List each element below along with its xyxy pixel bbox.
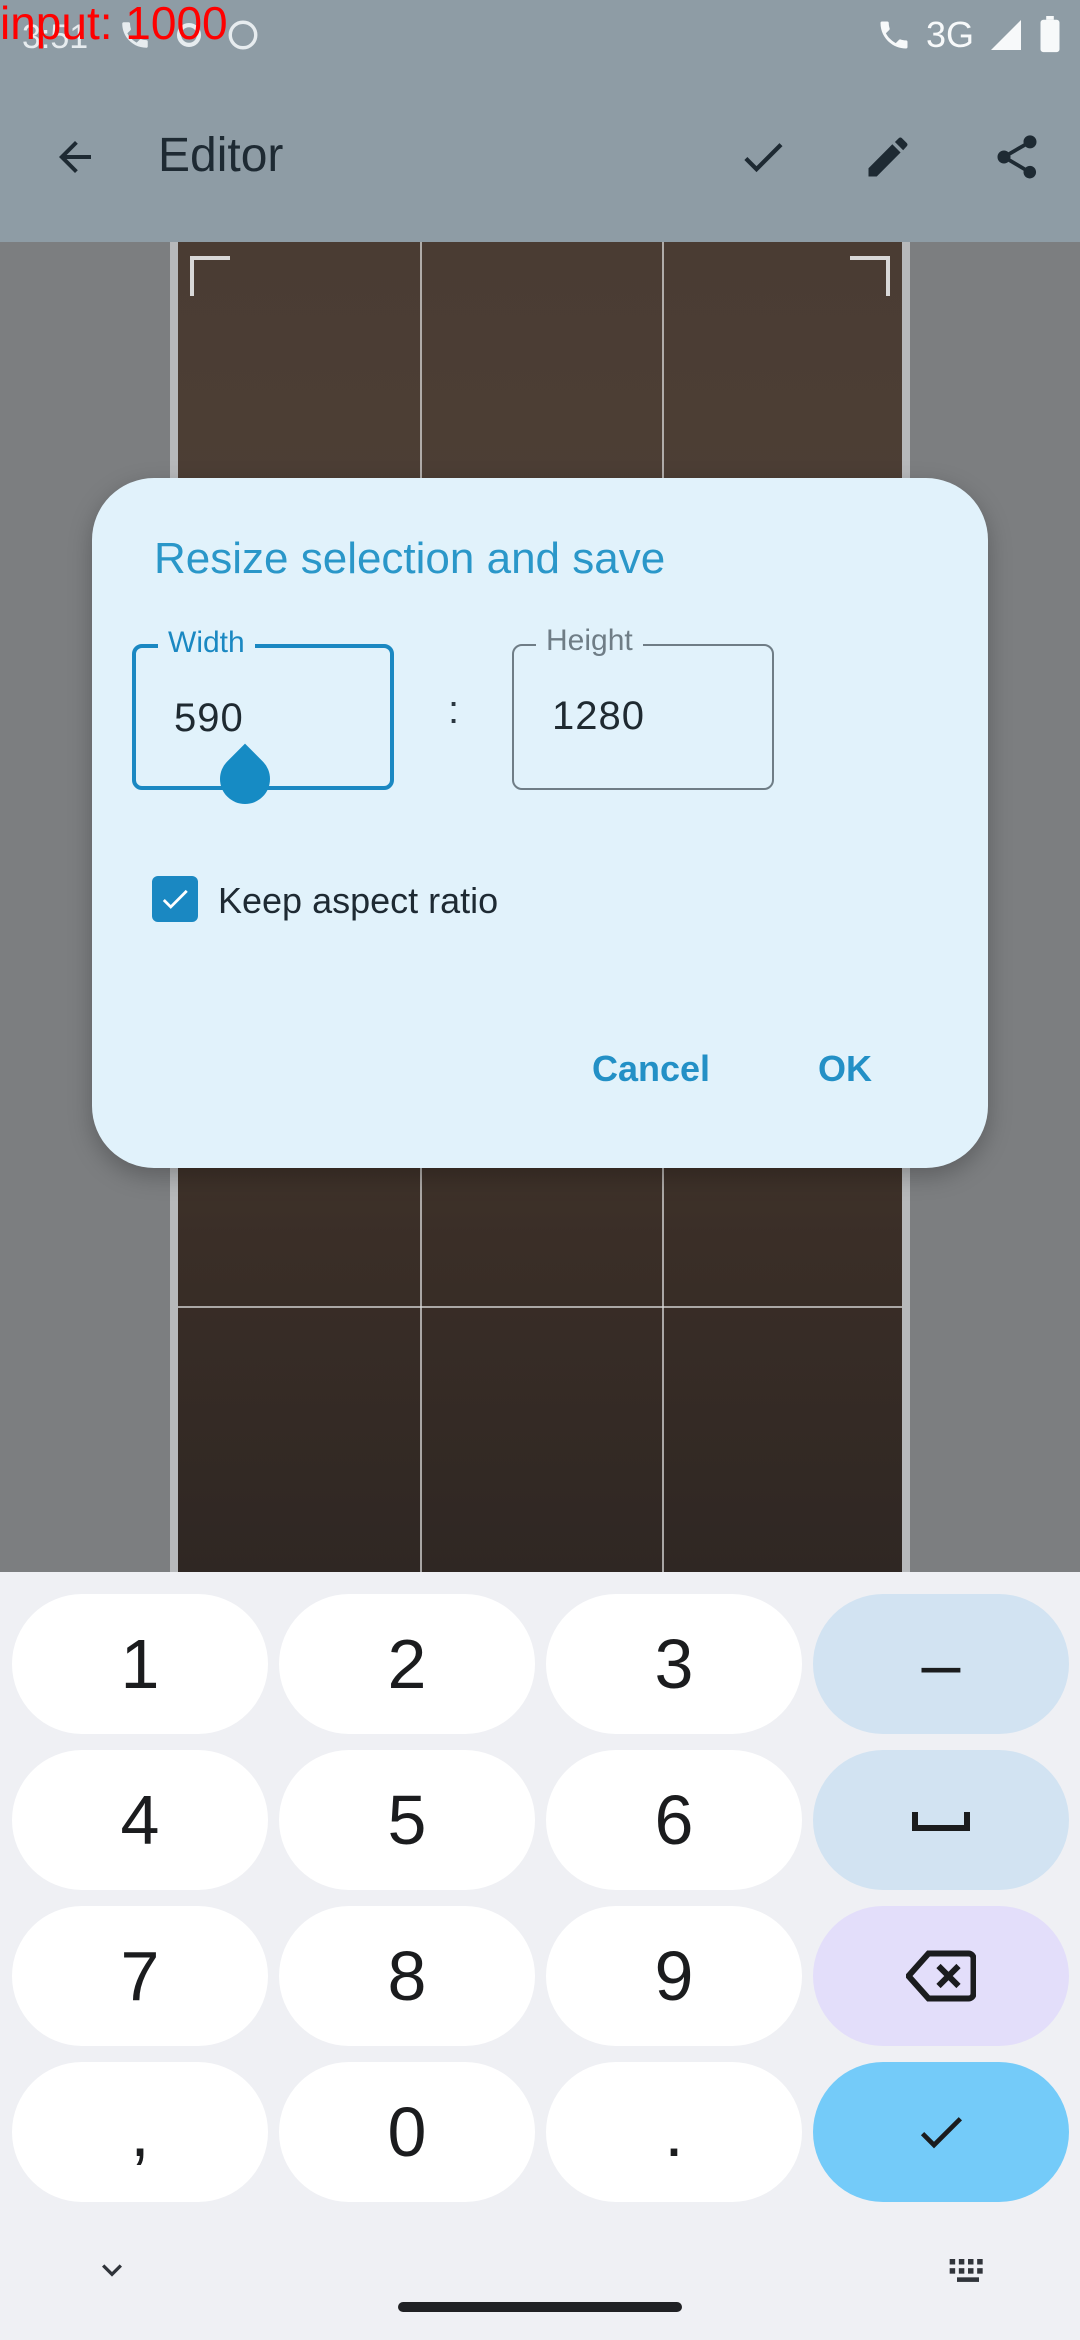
crop-grid-line	[178, 1306, 902, 1308]
key-6[interactable]: 6	[546, 1750, 802, 1890]
signal-icon	[991, 20, 1021, 50]
ratio-separator: :	[448, 688, 460, 732]
key-3[interactable]: 3	[546, 1594, 802, 1734]
dialog-title: Resize selection and save	[154, 534, 666, 583]
numeric-keyboard: 1 2 3 – 4 5 6 7 8 9 , 0 .	[0, 1572, 1080, 2340]
share-icon	[997, 135, 1037, 179]
height-field[interactable]: Height 1280	[512, 624, 774, 790]
key-period[interactable]: .	[546, 2062, 802, 2202]
crop-corner-handle[interactable]	[850, 256, 890, 296]
network-type: 3G	[925, 14, 974, 55]
back-arrow-icon	[59, 141, 91, 173]
confirm-button[interactable]	[728, 122, 798, 192]
width-input[interactable]: 590	[174, 696, 244, 741]
crop-corner-handle[interactable]	[190, 256, 230, 296]
space-icon	[912, 1812, 970, 1831]
back-button[interactable]	[40, 122, 110, 192]
hide-keyboard-button[interactable]	[92, 2250, 132, 2295]
width-label: Width	[158, 626, 255, 660]
key-done[interactable]	[813, 2062, 1069, 2202]
key-5[interactable]: 5	[279, 1750, 535, 1890]
chevron-down-icon	[102, 2264, 122, 2277]
height-label: Height	[536, 624, 643, 658]
page-title: Editor	[158, 129, 284, 182]
switch-keyboard-button[interactable]	[946, 2250, 990, 2295]
key-space[interactable]	[813, 1750, 1069, 1890]
resize-dialog: Resize selection and save Width 590 : He…	[92, 478, 988, 1168]
done-check-icon	[920, 2117, 962, 2149]
status-right: 3G	[876, 14, 1062, 56]
key-0[interactable]: 0	[279, 2062, 535, 2202]
key-7[interactable]: 7	[12, 1906, 268, 2046]
debug-input-overlay: input: 1000	[0, 0, 228, 49]
key-2[interactable]: 2	[279, 1594, 535, 1734]
wifi-calling-icon	[880, 21, 908, 49]
share-button[interactable]	[982, 122, 1052, 192]
app-bar: Editor	[0, 72, 1080, 242]
keep-aspect-ratio-label[interactable]: Keep aspect ratio	[218, 880, 498, 922]
backspace-icon	[906, 1950, 976, 2002]
keep-aspect-ratio-checkbox[interactable]	[152, 876, 198, 922]
key-minus[interactable]: –	[813, 1594, 1069, 1734]
battery-icon	[1040, 16, 1060, 53]
key-1[interactable]: 1	[12, 1594, 268, 1734]
ok-button[interactable]: OK	[818, 1048, 872, 1090]
height-input[interactable]: 1280	[552, 694, 645, 739]
key-9[interactable]: 9	[546, 1906, 802, 2046]
edit-button[interactable]	[853, 122, 923, 192]
key-8[interactable]: 8	[279, 1906, 535, 2046]
android-icon	[228, 20, 258, 50]
cancel-button[interactable]: Cancel	[592, 1048, 710, 1090]
key-4[interactable]: 4	[12, 1750, 268, 1890]
key-comma[interactable]: ,	[12, 2062, 268, 2202]
checkmark-icon	[162, 889, 188, 909]
pencil-icon	[868, 137, 908, 177]
gesture-nav-handle[interactable]	[398, 2302, 682, 2312]
key-backspace[interactable]	[813, 1906, 1069, 2046]
keyboard-icon	[949, 2259, 983, 2282]
check-icon	[744, 143, 783, 173]
